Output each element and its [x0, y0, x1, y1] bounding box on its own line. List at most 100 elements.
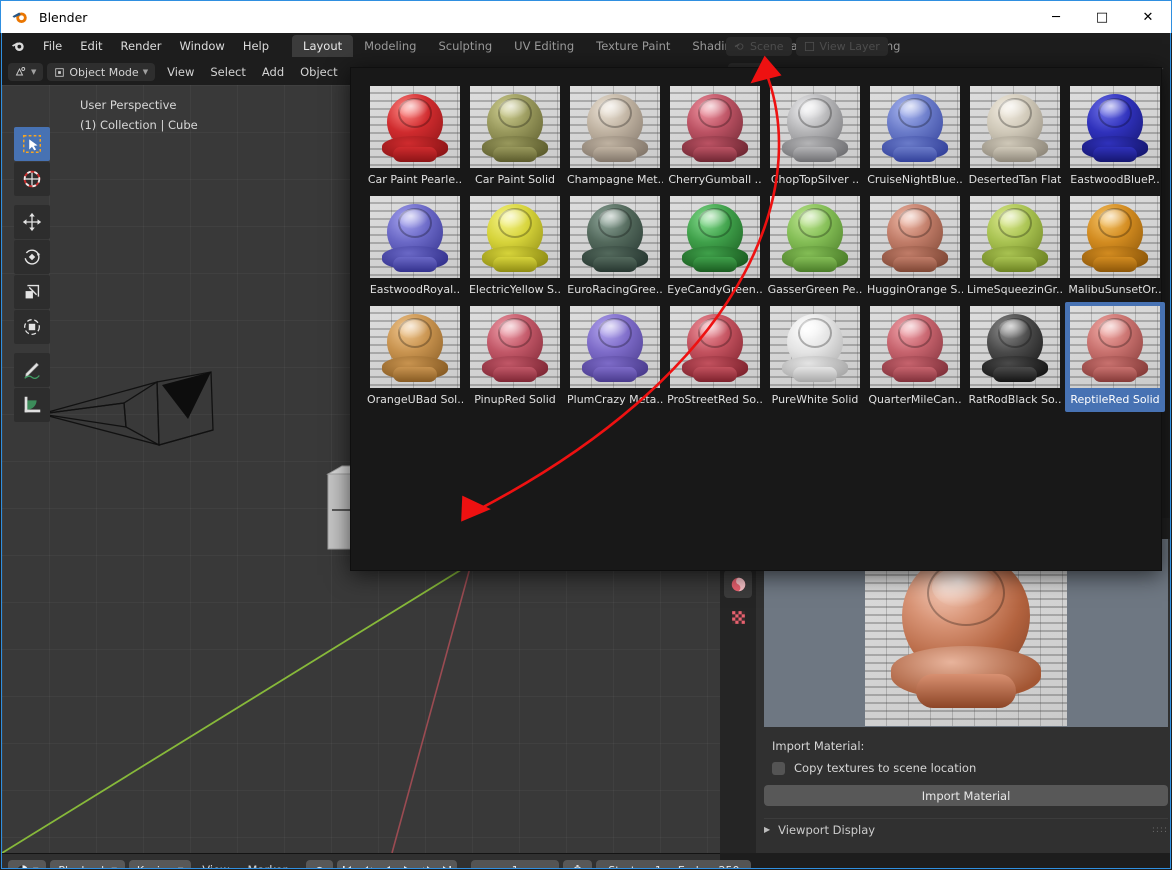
view-layer-selector[interactable]: View Layer [795, 36, 888, 56]
material-item[interactable]: HugginOrange S.. [865, 192, 965, 302]
jump-to-start-button[interactable] [337, 860, 357, 868]
tab-modeling[interactable]: Modeling [353, 35, 427, 57]
move-icon [22, 212, 42, 232]
object-mode-selector[interactable]: Object Mode ▼ [47, 63, 156, 81]
keying-label: Keying [137, 864, 174, 869]
timeline-menu-marker[interactable]: Marker [241, 863, 295, 868]
material-item[interactable]: EyeCandyGreen.. [665, 192, 765, 302]
chevron-down-icon: ▼ [33, 866, 38, 868]
tab-texture-paint[interactable]: Texture Paint [585, 35, 681, 57]
prev-keyframe-icon [365, 866, 372, 868]
material-item[interactable]: PinupRed Solid [465, 302, 565, 412]
copy-textures-checkbox[interactable] [772, 761, 785, 775]
prev-keyframe-button[interactable] [357, 860, 377, 868]
auto-keying-toggle[interactable] [563, 860, 593, 868]
material-item[interactable]: Champagne Met.. [565, 82, 665, 192]
material-name: QuarterMileCan.. [868, 393, 962, 406]
tab-uv-editing[interactable]: UV Editing [503, 35, 585, 57]
material-item[interactable]: RatRodBlack So.. [965, 302, 1065, 412]
material-name: GasserGreen Pe.. [767, 283, 863, 296]
material-item[interactable]: Car Paint Solid [465, 82, 565, 192]
material-picker-popup[interactable]: Car Paint Pearle.. Car Paint Solid Champ… [350, 67, 1165, 571]
cursor-tool[interactable] [14, 162, 50, 196]
material-item[interactable]: DesertedTan Flat [965, 82, 1065, 192]
material-name: Car Paint Pearle.. [367, 173, 463, 186]
material-item[interactable]: QuarterMileCan.. [865, 302, 965, 412]
camera-up-triangle [162, 372, 211, 419]
viewport-menu-object[interactable]: Object [292, 63, 345, 81]
editor-type-selector[interactable]: ▼ [8, 63, 44, 81]
minimize-button[interactable]: ─ [1033, 1, 1079, 33]
material-thumbnail [770, 196, 860, 278]
playback-label: Playback [58, 864, 107, 869]
current-frame-field[interactable]: 1 [471, 860, 560, 868]
material-item[interactable]: MalibuSunsetOr.. [1065, 192, 1165, 302]
viewport-menu-add[interactable]: Add [254, 63, 292, 81]
perspective-label: User Perspective [80, 98, 177, 112]
scale-tool[interactable] [14, 275, 50, 309]
copy-textures-row[interactable]: Copy textures to scene location [772, 761, 1164, 775]
timeline-menu-view[interactable]: View [195, 863, 236, 868]
annotate-tool[interactable] [14, 353, 50, 387]
keying-menu[interactable]: Keying ▼ [128, 860, 192, 869]
material-item[interactable]: LimeSqueezinGr.. [965, 192, 1065, 302]
tab-layout[interactable]: Layout [292, 35, 354, 57]
rotate-tool[interactable] [14, 240, 50, 274]
viewport-display-panel[interactable]: ▶ Viewport Display :::: [764, 818, 1168, 840]
material-item[interactable]: OrangeUBad Sol.. [365, 302, 465, 412]
material-item[interactable]: ChopTopSilver .. [765, 82, 865, 192]
material-item[interactable]: EastwoodRoyal.. [365, 192, 465, 302]
import-material-label: Import Material: [772, 739, 865, 753]
select-box-icon [23, 135, 41, 153]
tab-sculpting[interactable]: Sculpting [427, 35, 503, 57]
material-item[interactable]: CherryGumball .. [665, 82, 765, 192]
material-item[interactable]: EuroRacingGree.. [565, 192, 665, 302]
play-button[interactable] [397, 860, 417, 868]
material-item[interactable]: ElectricYellow S.. [465, 192, 565, 302]
jump-to-end-button[interactable] [437, 860, 457, 868]
close-button[interactable]: ✕ [1125, 1, 1171, 33]
frame-range-fields[interactable]: Start: 1 End: 250 [596, 860, 752, 869]
next-keyframe-button[interactable] [417, 860, 437, 868]
start-frame-label: Start: [608, 864, 639, 869]
viewport-menu-select[interactable]: Select [202, 63, 253, 81]
menu-help[interactable]: Help [234, 36, 278, 56]
texture-tab[interactable] [724, 603, 752, 631]
end-frame-value: 250 [718, 864, 739, 869]
viewport-toolbar [14, 127, 50, 422]
menu-window[interactable]: Window [170, 36, 233, 56]
material-item[interactable]: EastwoodBlueP.. [1065, 82, 1165, 192]
move-tool[interactable] [14, 205, 50, 239]
window-title: Blender [39, 9, 88, 25]
material-item[interactable]: CruiseNightBlue.. [865, 82, 965, 192]
material-item[interactable]: GasserGreen Pe.. [765, 192, 865, 302]
material-item[interactable]: ProStreetRed So.. [665, 302, 765, 412]
transform-tool[interactable] [14, 310, 50, 344]
scene-selector[interactable]: Scene [726, 36, 792, 56]
maximize-button[interactable]: □ [1079, 1, 1125, 33]
tweak-select-box-tool[interactable] [14, 127, 50, 161]
menu-edit[interactable]: Edit [71, 36, 111, 56]
material-item[interactable]: PlumCrazy Meta.. [565, 302, 665, 412]
material-name: PinupRed Solid [474, 393, 556, 406]
material-name: LimeSqueezinGr.. [967, 283, 1063, 296]
ruler-icon [24, 396, 41, 413]
material-item[interactable]: Car Paint Pearle.. [365, 82, 465, 192]
material-name: CruiseNightBlue.. [867, 173, 963, 186]
blender-menu-icon[interactable] [10, 38, 26, 54]
material-item[interactable]: PureWhite Solid [765, 302, 865, 412]
menu-render[interactable]: Render [112, 36, 171, 56]
playback-menu[interactable]: Playback ▼ [50, 860, 125, 869]
playback-controls [337, 860, 458, 868]
properties-tab-column [720, 529, 756, 853]
menu-file[interactable]: File [34, 36, 71, 56]
record-keyframe-button[interactable] [306, 860, 334, 868]
disclosure-triangle-icon[interactable]: ▶ [764, 825, 770, 834]
material-item-selected[interactable]: ReptileRed Solid [1065, 302, 1165, 412]
measure-tool[interactable] [14, 388, 50, 422]
play-reverse-button[interactable] [377, 860, 397, 868]
timeline-editor-type[interactable]: ▼ [8, 860, 47, 868]
viewport-menu-view[interactable]: View [159, 63, 202, 81]
material-tab[interactable] [724, 570, 752, 598]
import-material-button[interactable]: Import Material [764, 785, 1168, 806]
